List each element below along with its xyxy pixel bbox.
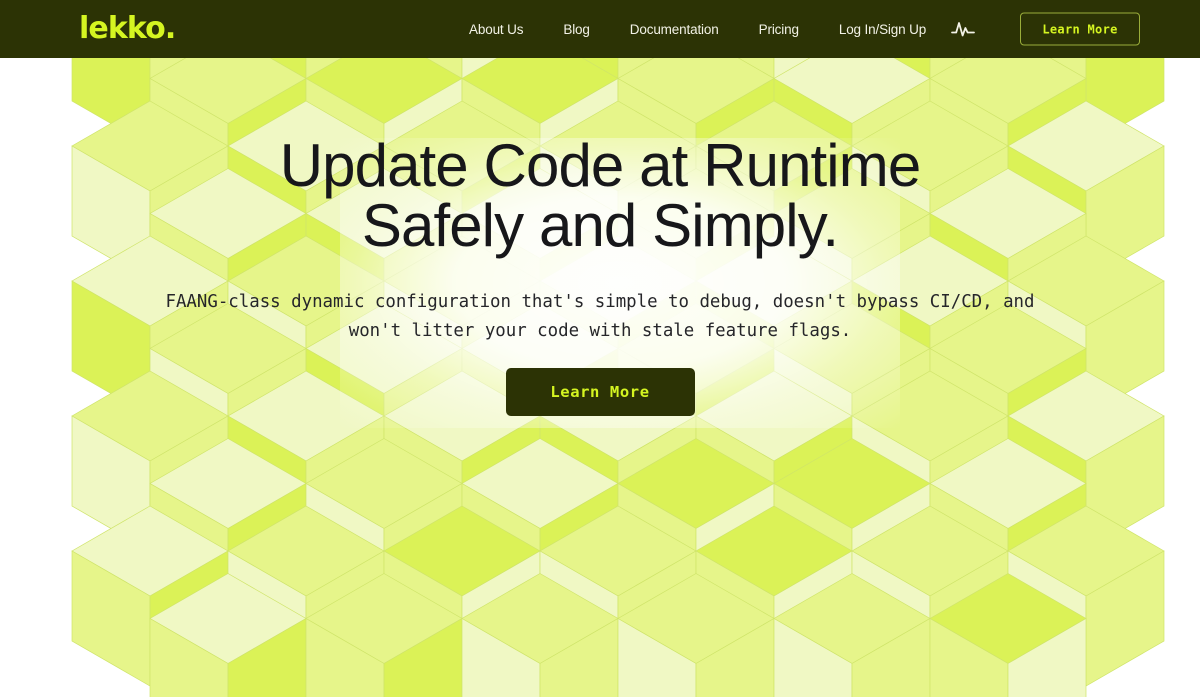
hero-section: Update Code at Runtime Safely and Simply… bbox=[0, 58, 1200, 697]
hero-headline: Update Code at Runtime Safely and Simply… bbox=[279, 132, 921, 259]
brand-logo[interactable]: lekko. bbox=[79, 14, 176, 44]
activity-pulse-icon[interactable] bbox=[948, 16, 978, 42]
nav-link-login-signup[interactable]: Log In/Sign Up bbox=[825, 22, 940, 37]
nav-learn-more-button[interactable]: Learn More bbox=[1020, 12, 1140, 46]
hero-learn-more-button[interactable]: Learn More bbox=[505, 367, 695, 416]
page-root: lekko. About Us Blog Documentation Prici… bbox=[0, 0, 1200, 697]
nav-link-pricing[interactable]: Pricing bbox=[745, 22, 813, 37]
nav-links-group: About Us Blog Documentation Pricing Log … bbox=[455, 0, 940, 58]
hero-content: Update Code at Runtime Safely and Simply… bbox=[0, 58, 1200, 697]
nav-link-documentation[interactable]: Documentation bbox=[616, 22, 733, 37]
nav-link-blog[interactable]: Blog bbox=[549, 22, 603, 37]
top-navigation-bar: lekko. About Us Blog Documentation Prici… bbox=[0, 0, 1200, 58]
hero-subheadline: FAANG-class dynamic configuration that's… bbox=[165, 292, 1035, 341]
nav-link-about-us[interactable]: About Us bbox=[455, 22, 537, 37]
